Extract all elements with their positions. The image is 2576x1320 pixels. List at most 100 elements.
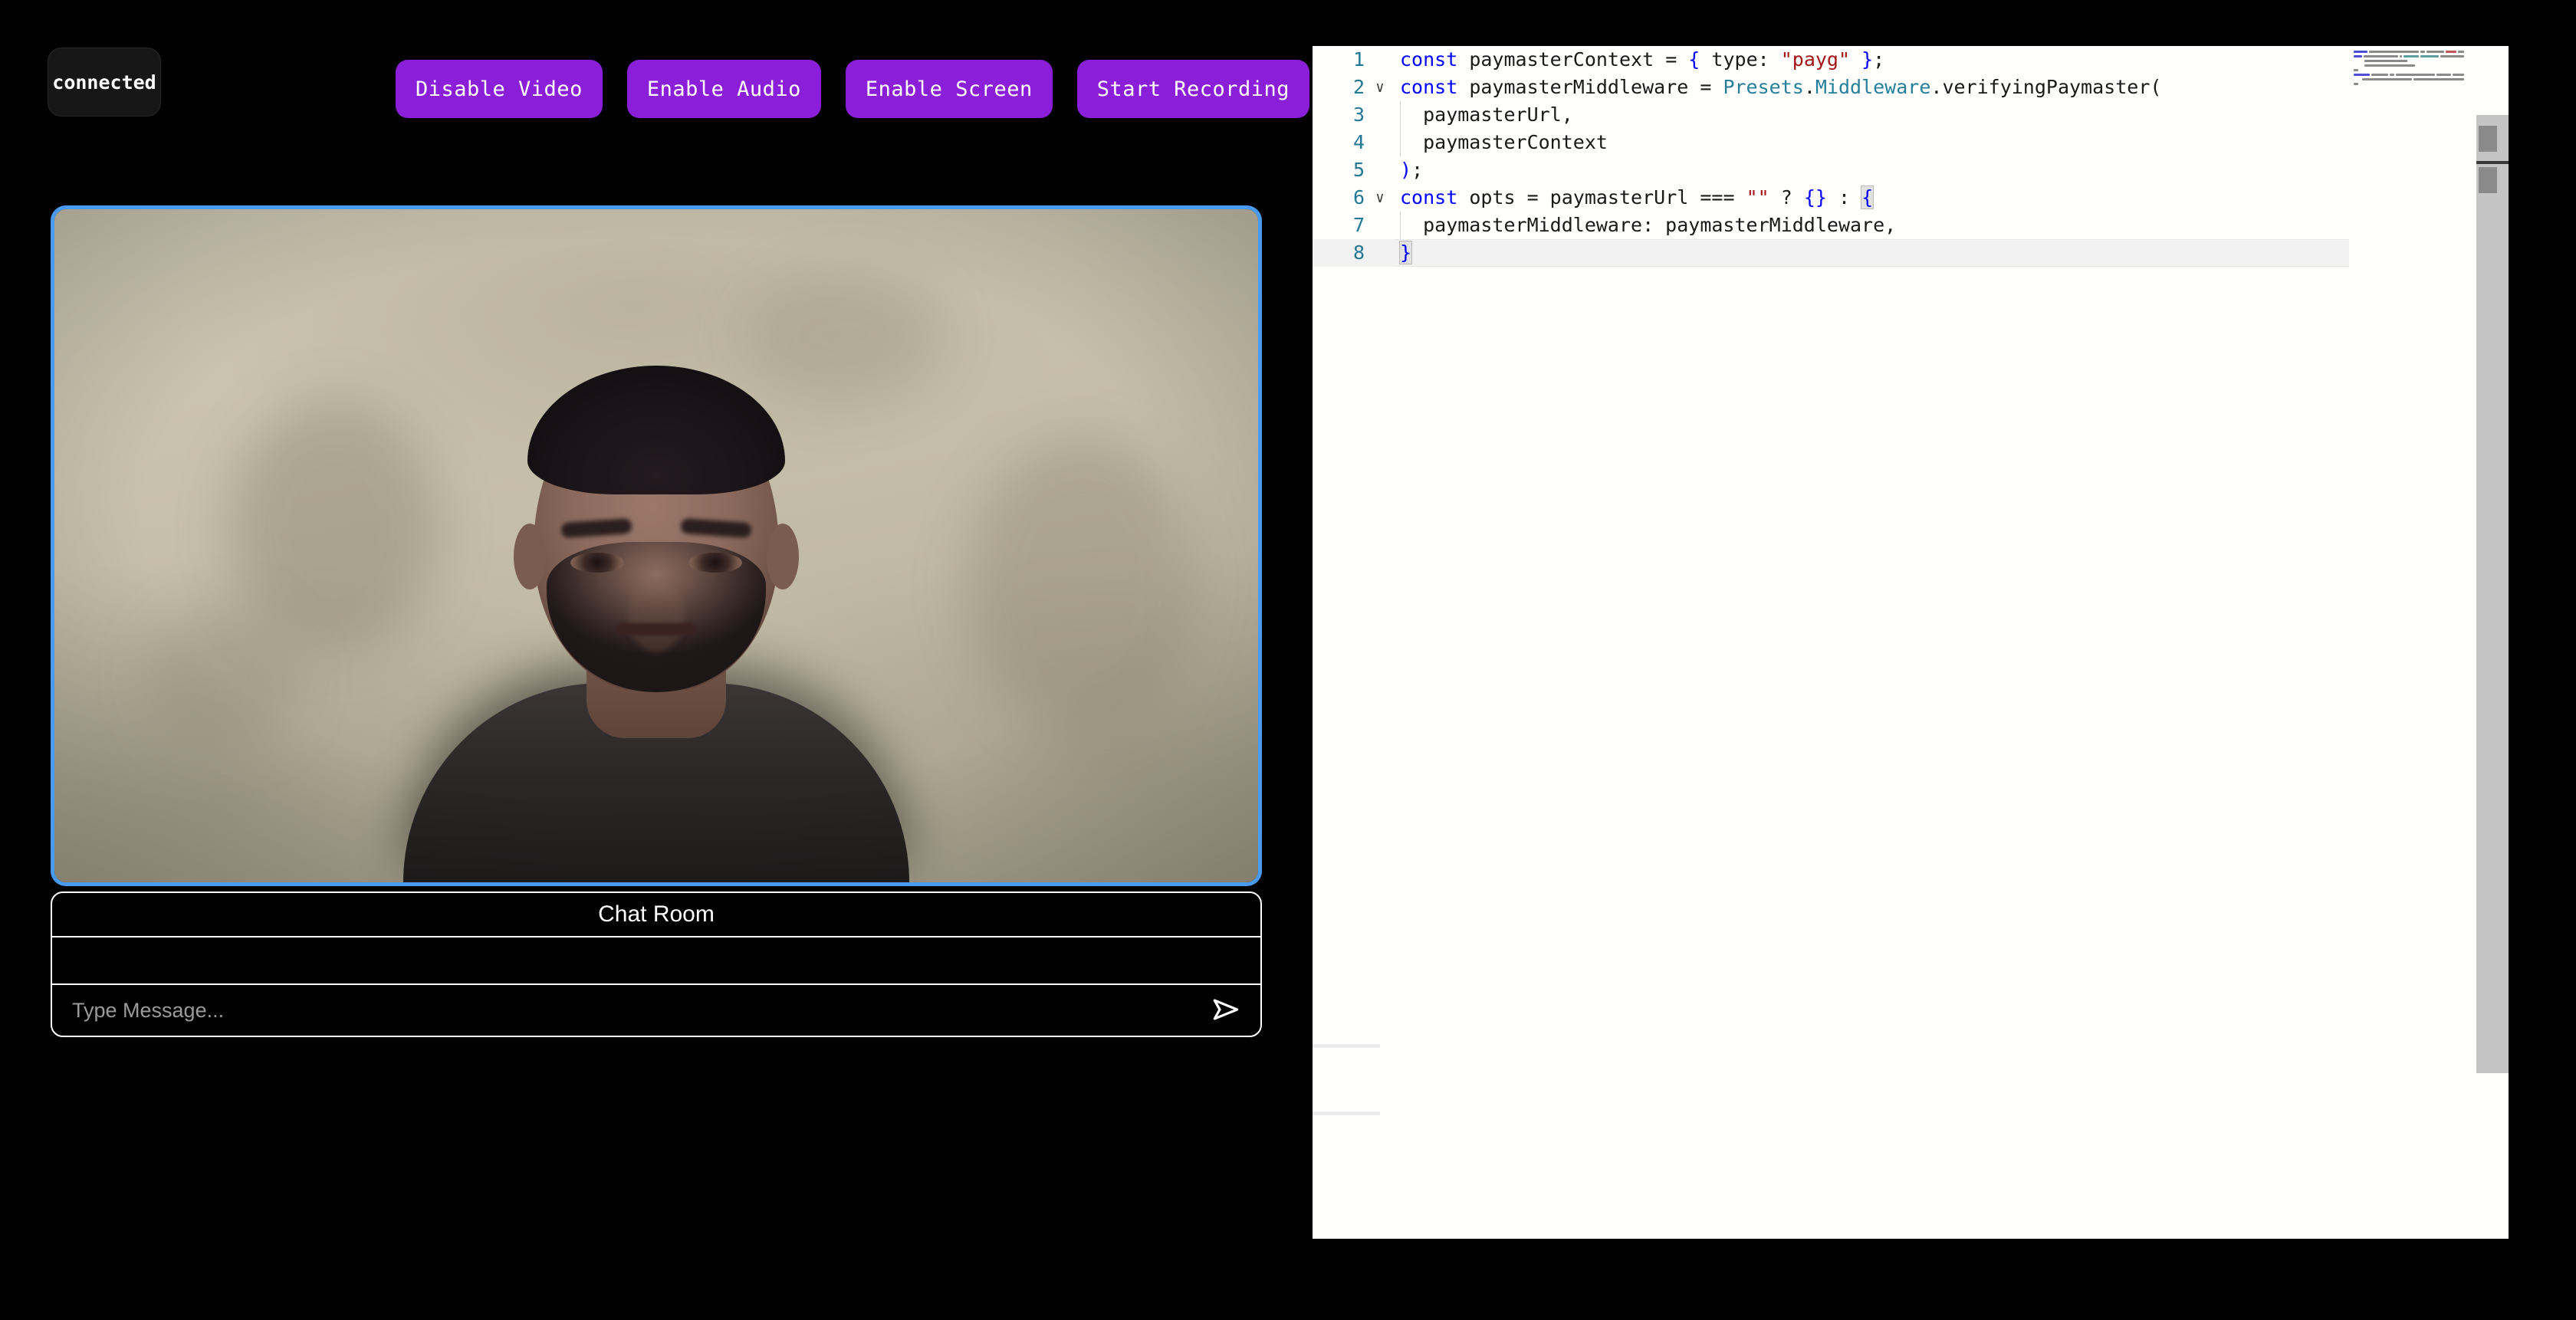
connection-status-badge: connected	[48, 48, 161, 117]
code-token: }	[1398, 241, 1413, 264]
code-token: ;	[1873, 48, 1885, 71]
ear-left	[514, 524, 546, 589]
code-token: const	[1400, 186, 1458, 209]
local-video-tile[interactable]	[51, 205, 1262, 886]
chat-message-input[interactable]	[72, 998, 1196, 1023]
code-line[interactable]: 6 ∨ const opts = paymasterUrl === "" ? {} …	[1313, 184, 2432, 212]
ear-right	[767, 524, 799, 589]
minimap-segment	[2399, 55, 2403, 57]
code-token: {	[1861, 186, 1875, 209]
gutter-rule	[1313, 1111, 1380, 1115]
minimap-segment	[2457, 51, 2464, 53]
line-number: 6	[1352, 186, 1365, 209]
minimap-segment	[2364, 55, 2398, 57]
media-controls: Disable Video Enable Audio Enable Screen…	[396, 60, 1310, 118]
code-line[interactable]: 5);	[1313, 156, 2432, 184]
minimap-line	[2354, 77, 2464, 81]
start-recording-button[interactable]: Start Recording	[1076, 60, 1310, 118]
minimap-segment	[2413, 78, 2464, 80]
code-token: const	[1400, 76, 1458, 98]
mouth	[616, 623, 696, 635]
code-editor-panel[interactable]: 1 const paymasterContext = { type: "payg"…	[1313, 46, 2509, 1239]
code-token: paymasterContext =	[1457, 48, 1689, 71]
minimap-segment	[2404, 55, 2420, 57]
chat-input-row	[52, 985, 1260, 1036]
editor-minimap[interactable]	[2349, 46, 2464, 1239]
code-token: .verifyingPaymaster(	[1930, 76, 2162, 98]
code-token: Middleware	[1815, 76, 1931, 98]
minimap-segment	[2364, 60, 2407, 62]
code-line[interactable]: 4 paymasterContext	[1313, 129, 2432, 156]
line-number: 3	[1352, 103, 1365, 126]
minimap-line	[2354, 64, 2464, 67]
code-text: paymasterContext	[1395, 129, 1608, 156]
code-token: const	[1400, 48, 1458, 71]
indent-guide	[1400, 129, 1401, 156]
hair	[527, 366, 785, 494]
minimap-segment	[2420, 51, 2426, 53]
code-token: {}	[1803, 186, 1827, 209]
chat-panel: Chat Room	[51, 891, 1262, 1037]
line-number: 1	[1352, 48, 1365, 71]
code-token: ;	[1411, 159, 1424, 181]
chat-title: Chat Room	[52, 893, 1260, 937]
code-text: const paymasterMiddleware = Presets.Midd…	[1395, 74, 2161, 101]
wall-texture	[744, 271, 944, 401]
person-subject	[403, 366, 909, 882]
code-text: paymasterMiddleware: paymasterMiddleware…	[1395, 212, 1896, 239]
minimap-segment	[2426, 51, 2445, 53]
line-number: 4	[1352, 131, 1365, 153]
code-line[interactable]: 2 ∨ const paymasterMiddleware = Presets.Mi…	[1313, 74, 2432, 101]
indent-guide	[1400, 212, 1401, 239]
minimap-segment	[2364, 64, 2415, 67]
enable-screen-button[interactable]: Enable Screen	[845, 60, 1053, 118]
minimap-line	[2354, 59, 2464, 63]
code-text: }	[1395, 239, 1413, 267]
code-line[interactable]: 3 paymasterUrl,	[1313, 101, 2432, 129]
code-token: )	[1400, 159, 1412, 181]
minimap-segment	[2354, 74, 2371, 76]
send-message-button[interactable]	[1205, 990, 1247, 1031]
wall-texture	[146, 608, 300, 746]
code-token: type:	[1700, 48, 1781, 71]
code-line[interactable]: 1 const paymasterContext = { type: "payg"…	[1313, 46, 2432, 74]
code-text: );	[1395, 156, 1423, 184]
editor-vertical-scrollbar[interactable]	[2476, 115, 2509, 1073]
minimap-segment	[2420, 55, 2440, 57]
disable-video-button[interactable]: Disable Video	[396, 60, 603, 118]
code-line[interactable]: 7 paymasterMiddleware: paymasterMiddlewa…	[1313, 212, 2432, 239]
code-token: paymasterMiddleware =	[1457, 76, 1723, 98]
minimap-segment	[2453, 74, 2464, 76]
gutter-rule	[1313, 1044, 1380, 1048]
chevron-down-icon[interactable]: ∨	[1365, 74, 1395, 101]
top-control-bar: connected Disable Video Enable Audio Ena…	[0, 0, 1313, 138]
code-line[interactable]: 8}	[1313, 239, 2432, 267]
minimap-segment	[2354, 55, 2363, 57]
minimap-segment	[2368, 51, 2419, 53]
minimap-segment	[2362, 78, 2412, 80]
enable-audio-button[interactable]: Enable Audio	[626, 60, 821, 118]
code-token: ?	[1769, 186, 1804, 209]
code-token: {	[1688, 48, 1700, 71]
code-token: paymasterMiddleware: paymasterMiddleware…	[1400, 214, 1897, 236]
scrollbar-thumb[interactable]	[2479, 167, 2497, 193]
line-number: 8	[1352, 241, 1365, 264]
code-text: paymasterUrl,	[1395, 101, 1573, 129]
code-token: "payg"	[1780, 48, 1851, 71]
code-token: .	[1803, 76, 1815, 98]
video-feed	[54, 209, 1258, 882]
minimap-segment	[2396, 74, 2435, 76]
minimap-segment	[2354, 64, 2363, 67]
minimap-segment	[2354, 78, 2361, 80]
minimap-segment	[2436, 74, 2452, 76]
minimap-line	[2354, 68, 2464, 72]
line-number: 7	[1352, 214, 1365, 236]
chevron-down-icon[interactable]: ∨	[1365, 184, 1395, 212]
code-text: const paymasterContext = { type: "payg" …	[1395, 46, 1884, 74]
minimap-segment	[2354, 69, 2358, 71]
chat-message-list[interactable]	[52, 937, 1260, 985]
minimap-line	[2354, 50, 2464, 54]
code-lines[interactable]: 1 const paymasterContext = { type: "payg"…	[1313, 46, 2432, 267]
scrollbar-thumb[interactable]	[2479, 126, 2497, 152]
minimap-line	[2354, 73, 2464, 77]
